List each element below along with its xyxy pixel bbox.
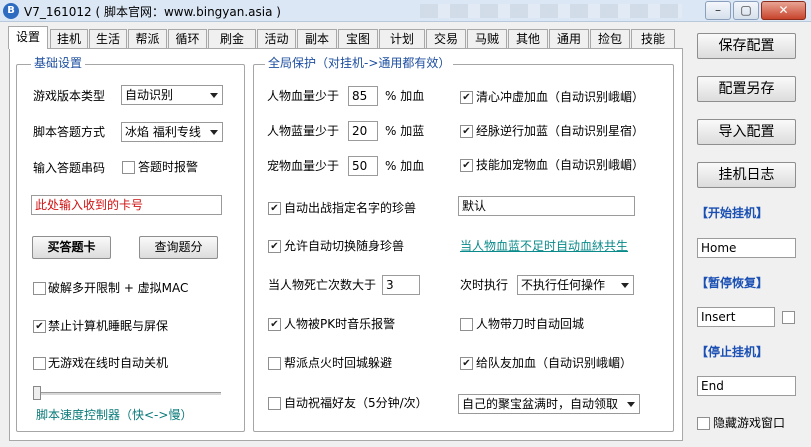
bless-friend-checkbox[interactable] [268, 397, 281, 410]
heal-checkbox[interactable]: ✔ [460, 91, 473, 104]
version-select[interactable]: 自动识别 [121, 85, 223, 105]
chevron-down-icon [627, 402, 635, 407]
treasure-bowl-select[interactable]: 自己的聚宝盆满时，自动领取 [458, 394, 640, 414]
close-button[interactable]: ✕ [761, 1, 806, 20]
tab-plan[interactable]: 计划 [379, 29, 425, 48]
no-sleep-checkbox[interactable]: ✔ [33, 320, 46, 333]
answer-mode-label: 脚本答题方式 [33, 125, 106, 139]
tab-guild[interactable]: 帮派 [128, 29, 167, 48]
pet-name-input[interactable]: 默认 [458, 196, 635, 216]
tab-hangup[interactable]: 挂机 [50, 29, 88, 48]
party-heal-label: 给队友加血（自动识别峨嵋） [476, 356, 633, 370]
party-heal-checkbox[interactable]: ✔ [460, 357, 473, 370]
import-config-button[interactable]: 导入配置 [697, 119, 796, 145]
mp-unit-label: % 加蓝 [385, 124, 425, 138]
chevron-down-icon [210, 93, 218, 98]
version-label: 游戏版本类型 [33, 89, 106, 103]
exec-label: 次时执行 [460, 278, 509, 292]
title-decoration [420, 4, 682, 18]
death-count-input[interactable]: 3 [382, 275, 420, 295]
tab-gold[interactable]: 刷金 [208, 29, 256, 48]
pet-hp-threshold-input[interactable]: 50 [348, 156, 378, 176]
app-icon: B [3, 3, 19, 19]
switch-pet-label: 允许自动切换随身珍兽 [284, 239, 405, 253]
auto-shutdown-label: 无游戏在线时自动关机 [48, 356, 169, 370]
answer-mode-select[interactable]: 冰焰 福利专线 [121, 122, 223, 142]
hangup-log-button[interactable]: 挂机日志 [697, 162, 796, 188]
hp-threshold-input[interactable]: 85 [348, 86, 378, 106]
heal-label: 清心冲虚加血（自动识别峨嵋） [476, 90, 645, 104]
hp-unit-label: % 加血 [385, 89, 425, 103]
pet-heal-checkbox[interactable]: ✔ [460, 159, 473, 172]
chevron-down-icon [621, 283, 629, 288]
pause-hotkey-checkbox[interactable] [782, 311, 795, 324]
speed-label: 脚本速度控制器（快<->慢） [36, 408, 193, 422]
start-hotkey-input[interactable]: Home [697, 238, 796, 258]
minimize-button[interactable]: – [705, 1, 731, 20]
speed-slider-track[interactable] [33, 392, 221, 395]
fire-avoid-label: 帮派点火时回城躲避 [284, 356, 393, 370]
multi-open-label: 破解多开限制 + 虚拟MAC [48, 281, 189, 295]
tab-life[interactable]: 生活 [89, 29, 127, 48]
hp-label: 人物血量少于 [267, 89, 340, 103]
mana-label: 经脉逆行加蓝（自动识别星宿） [476, 124, 645, 138]
pause-hotkey-input[interactable]: Insert [697, 307, 775, 327]
chevron-down-icon [210, 130, 218, 135]
alarm-label: 答题时报警 [138, 160, 199, 174]
mp-label: 人物蓝量少于 [267, 124, 340, 138]
tab-general[interactable]: 通用 [549, 29, 589, 48]
tab-trade[interactable]: 交易 [426, 29, 466, 48]
hide-game-window-label: 隐藏游戏窗口 [713, 416, 786, 430]
stop-hotkey-label: 【停止挂机】 [696, 345, 769, 359]
global-protection-legend: 全局保护（对挂机->通用都有效） [265, 56, 454, 70]
bless-friend-label: 自动祝福好友（5分钟/次） [284, 396, 428, 410]
card-input[interactable]: 此处输入收到的卡号 [31, 195, 222, 215]
tab-activity[interactable]: 活动 [257, 29, 296, 48]
hide-game-window-checkbox[interactable] [697, 417, 710, 430]
pause-hotkey-label: 【暂停恢复】 [696, 276, 769, 290]
auto-symbiosis-link[interactable]: 当人物血蓝不足时自动血䊾共生 [460, 238, 628, 254]
restore-button[interactable]: ▢ [733, 1, 759, 20]
speed-slider-thumb[interactable] [33, 386, 41, 400]
save-config-button[interactable]: 保存配置 [697, 33, 796, 59]
pk-alarm-label: 人物被PK时音乐报警 [284, 317, 396, 331]
summon-pet-label: 自动出战指定名字的珍兽 [284, 201, 417, 215]
pk-alarm-checkbox[interactable]: ✔ [268, 318, 281, 331]
mp-threshold-input[interactable]: 20 [348, 121, 378, 141]
save-config-as-button[interactable]: 配置另存 [697, 76, 796, 102]
pet-hp-label: 宠物血量少于 [267, 159, 340, 173]
death-action-select[interactable]: 不执行任何操作 [517, 275, 634, 295]
no-sleep-label: 禁止计算机睡眠与屏保 [48, 319, 169, 333]
carry-return-checkbox[interactable] [460, 318, 473, 331]
tab-other[interactable]: 其他 [508, 29, 548, 48]
switch-pet-checkbox[interactable]: ✔ [268, 240, 281, 253]
tab-settings[interactable]: 设置 [8, 26, 48, 49]
tab-pickup[interactable]: 捡包 [590, 29, 630, 48]
multi-open-checkbox[interactable] [33, 282, 46, 295]
start-hotkey-label: 【开始挂机】 [696, 206, 769, 220]
window-title: V7_161012 ( 脚本官网：www.bingyan.asia ) [24, 5, 281, 19]
tab-skills[interactable]: 技能 [631, 29, 675, 48]
basic-settings-legend: 基础设置 [31, 56, 86, 70]
tab-bandit[interactable]: 马贼 [467, 29, 507, 48]
summon-pet-checkbox[interactable]: ✔ [268, 202, 281, 215]
mana-checkbox[interactable]: ✔ [460, 125, 473, 138]
auto-shutdown-checkbox[interactable] [33, 357, 46, 370]
alarm-checkbox[interactable] [122, 161, 135, 174]
tab-treasure-map[interactable]: 宝图 [338, 29, 378, 48]
death-count-label: 当人物死亡次数大于 [268, 278, 377, 292]
carry-return-label: 人物带刀时自动回城 [476, 317, 585, 331]
pet-heal-label: 技能加宠物血（自动识别峨嵋） [476, 158, 645, 172]
code-label: 输入答题串码 [33, 161, 106, 175]
fire-avoid-checkbox[interactable] [268, 357, 281, 370]
tab-dungeon[interactable]: 副本 [297, 29, 337, 48]
pet-hp-unit-label: % 加血 [385, 159, 425, 173]
buy-card-button[interactable]: 买答题卡 [32, 236, 111, 259]
query-score-button[interactable]: 查询题分 [139, 236, 218, 259]
tab-loop[interactable]: 循环 [168, 29, 207, 48]
stop-hotkey-input[interactable]: End [697, 376, 796, 396]
